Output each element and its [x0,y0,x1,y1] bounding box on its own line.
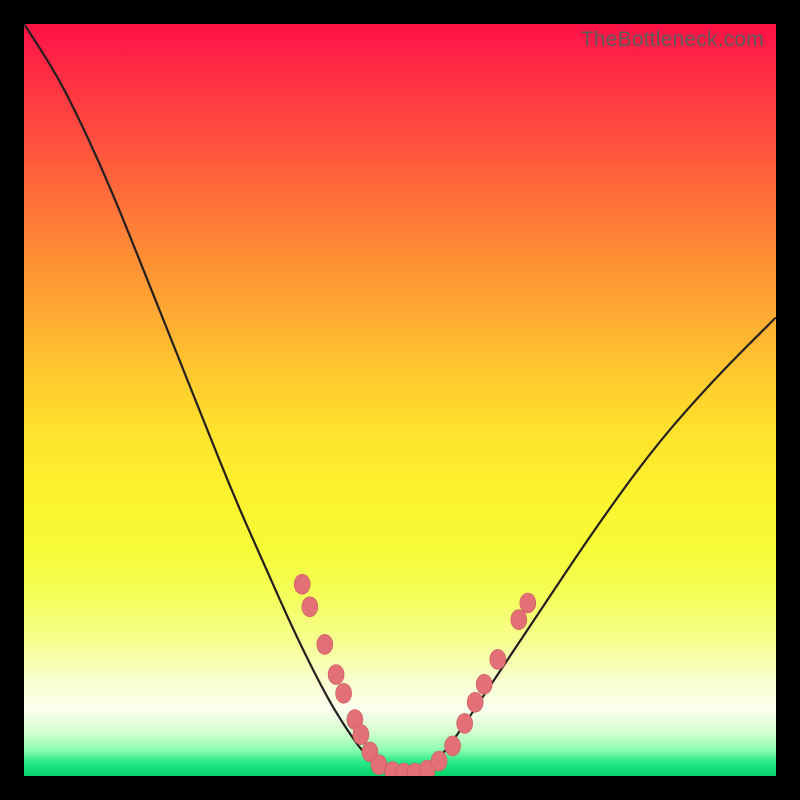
highlight-dot [520,593,536,613]
highlight-dot [328,665,344,685]
highlight-dot [302,597,318,617]
highlight-dot [511,610,527,630]
highlight-dot [476,674,492,694]
highlight-dot [457,713,473,733]
highlight-dot [431,751,447,771]
curve-path [24,24,776,772]
highlight-dots [294,574,536,776]
plot-area: TheBottleneck.com [24,24,776,776]
highlight-dot [445,736,461,756]
highlight-dot [317,634,333,654]
bottleneck-curve [24,24,776,776]
highlight-dot [353,725,369,745]
highlight-dot [490,649,506,669]
highlight-dot [467,692,483,712]
chart-frame: TheBottleneck.com [0,0,800,800]
highlight-dot [336,683,352,703]
highlight-dot [294,574,310,594]
